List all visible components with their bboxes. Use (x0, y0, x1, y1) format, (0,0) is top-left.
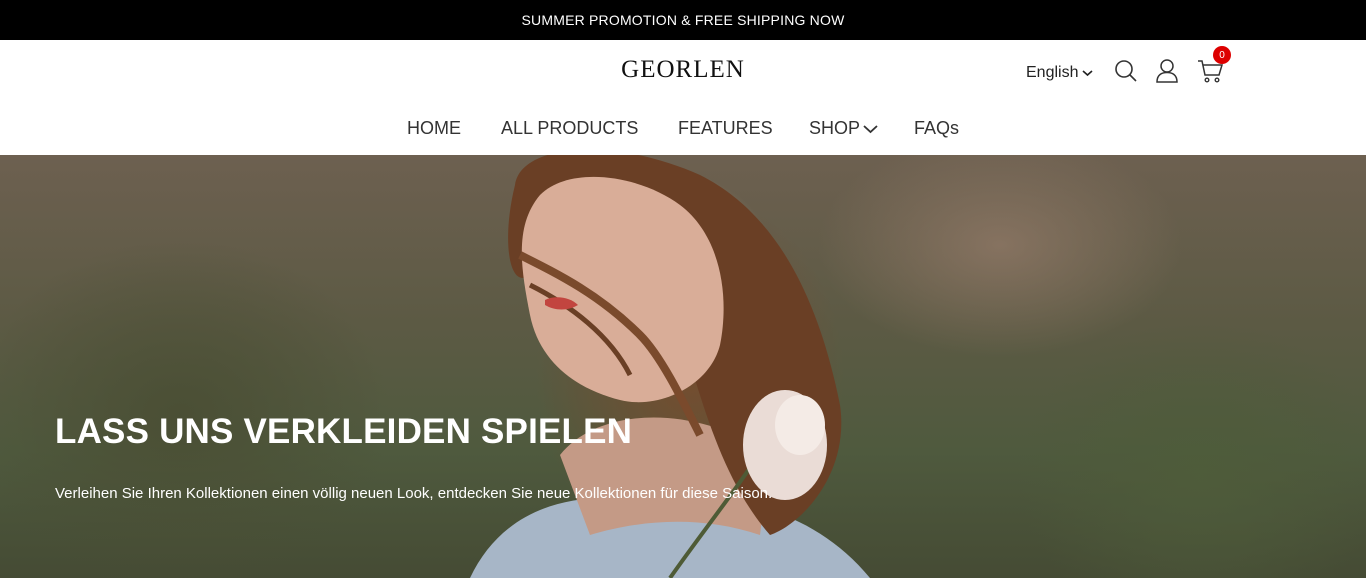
nav-item-features[interactable]: FEATURES (678, 118, 773, 139)
nav-item-faqs[interactable]: FAQs (914, 118, 959, 139)
user-icon (1156, 59, 1178, 83)
search-button[interactable] (1113, 58, 1139, 84)
cart-count-badge: 0 (1213, 46, 1231, 64)
search-icon (1115, 60, 1137, 82)
hero-banner: LASS UNS VERKLEIDEN SPIELEN Verleihen Si… (0, 155, 1366, 578)
nav-label-home[interactable]: HOME (407, 118, 461, 139)
hero-subtitle: Verleihen Sie Ihren Kollektionen einen v… (55, 485, 773, 502)
nav-item-home[interactable]: HOME (407, 118, 461, 139)
promo-bar: SUMMER PROMOTION & FREE SHIPPING NOW (0, 0, 1366, 40)
nav-label-features[interactable]: FEATURES (678, 118, 773, 139)
language-label[interactable]: English (1026, 64, 1078, 82)
header-tools: English 0 (1026, 46, 1231, 88)
main-nav: HOME ALL PRODUCTS FEATURES SHOP FAQs (0, 118, 1366, 140)
nav-item-all-products[interactable]: ALL PRODUCTS (501, 118, 638, 139)
hero-image (470, 155, 870, 578)
hero-title: LASS UNS VERKLEIDEN SPIELEN (55, 412, 633, 451)
account-button[interactable] (1154, 58, 1180, 84)
nav-label-all-products[interactable]: ALL PRODUCTS (501, 118, 638, 139)
nav-label-shop[interactable]: SHOP (809, 118, 860, 139)
site-header: GEORLEN English 0 HOME ALL PRODUCTS FEAT… (0, 40, 1366, 155)
language-selector[interactable]: English (1026, 64, 1094, 82)
promo-text: SUMMER PROMOTION & FREE SHIPPING NOW (521, 12, 845, 28)
nav-label-faqs[interactable]: FAQs (914, 118, 959, 139)
logo-text[interactable]: GEORLEN (621, 56, 745, 84)
chevron-down-icon (863, 124, 878, 133)
chevron-down-icon (1082, 70, 1094, 77)
nav-item-shop[interactable]: SHOP (809, 118, 878, 139)
